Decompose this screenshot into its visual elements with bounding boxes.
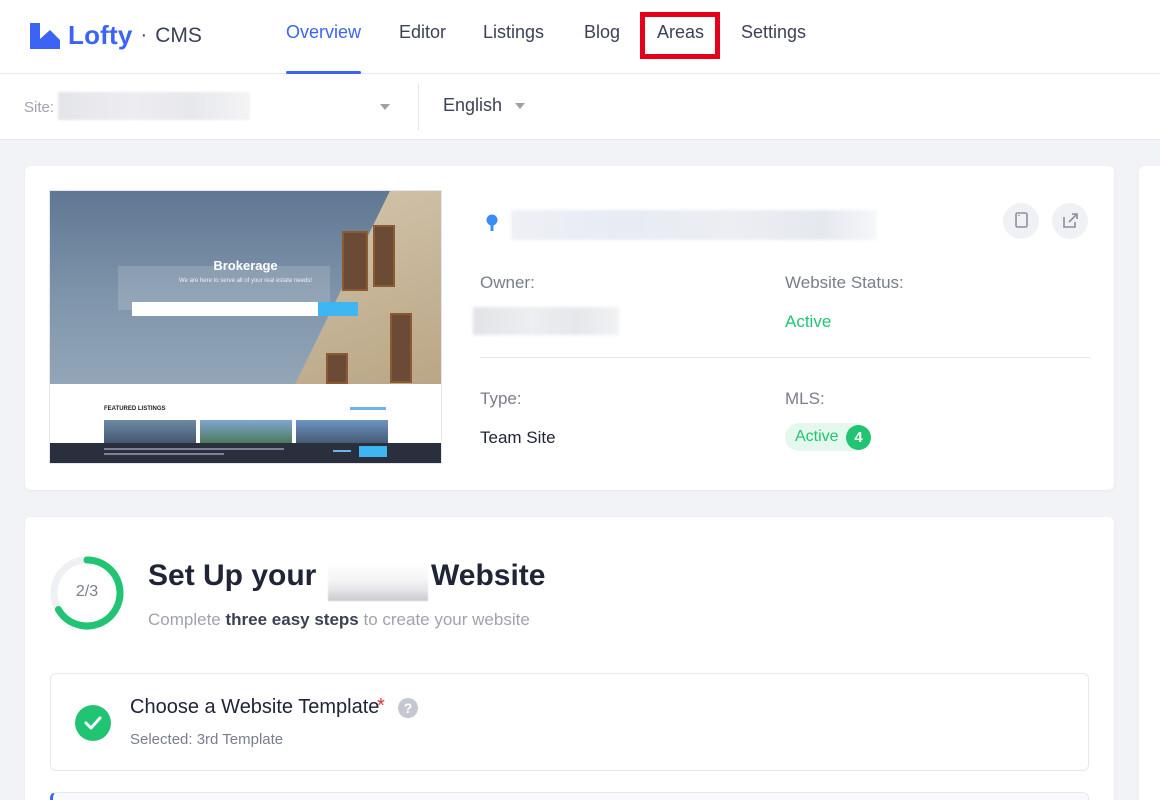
step-complete-check-icon <box>75 705 111 741</box>
setup-subtitle-post: to create your website <box>363 610 530 629</box>
preview-window <box>390 313 412 383</box>
setup-subtitle: Complete three easy steps to create your… <box>148 610 530 630</box>
website-status-label: Website Status: <box>785 273 904 292</box>
step-title: Choose a Website Template <box>130 696 380 718</box>
tab-settings[interactable]: Settings <box>741 22 806 74</box>
brand-product: CMS <box>155 23 202 47</box>
preview-cookie-text <box>104 448 284 450</box>
next-step-box[interactable] <box>50 792 1089 800</box>
lofty-logo-icon <box>30 22 60 49</box>
check-icon <box>84 716 102 730</box>
language-select[interactable]: English <box>443 95 502 116</box>
preview-cookie-text <box>104 453 224 455</box>
site-dropdown-caret-icon[interactable] <box>380 104 390 110</box>
mls-label: MLS: <box>785 389 825 408</box>
preview-brand-text: Brokerage <box>213 258 278 273</box>
setup-title-prefix: Set Up your <box>148 559 317 592</box>
areas-highlight-box <box>640 12 720 59</box>
top-navbar: Lofty · CMS Overview Editor Listings Blo… <box>0 0 1160 74</box>
site-selector-bar: Site: English <box>0 74 1160 140</box>
website-status-value: Active <box>785 312 832 331</box>
setup-subtitle-pre: Complete <box>148 610 221 629</box>
copy-button[interactable] <box>1003 203 1039 239</box>
progress-text: 2/3 <box>75 583 99 600</box>
website-url-redacted[interactable] <box>511 210 877 240</box>
site-select-value-redacted[interactable] <box>58 92 250 120</box>
pin-icon <box>486 214 498 231</box>
site-label: Site: <box>24 99 55 116</box>
divider <box>418 84 419 130</box>
preview-cookie-link <box>333 450 351 452</box>
owner-value-redacted <box>473 307 619 335</box>
preview-search-bar <box>132 302 318 316</box>
step-choose-template[interactable] <box>50 673 1089 771</box>
setup-title-suffix: Website <box>431 559 546 592</box>
preview-search-button <box>318 302 358 316</box>
preview-window <box>326 353 348 384</box>
tab-listings[interactable]: Listings <box>483 22 544 74</box>
owner-label: Owner: <box>480 273 535 292</box>
help-icon[interactable]: ? <box>398 698 418 718</box>
required-asterisk: * <box>377 695 385 717</box>
type-value: Team Site <box>480 428 556 447</box>
divider <box>480 357 1090 358</box>
preview-cookie-button <box>359 446 387 457</box>
external-link-icon <box>1063 213 1078 228</box>
side-panel-card <box>1139 166 1160 800</box>
site-overview-card: Brokerage We are here to serve all of yo… <box>25 166 1114 490</box>
website-preview-thumbnail[interactable]: Brokerage We are here to serve all of yo… <box>50 191 441 463</box>
language-dropdown-caret-icon[interactable] <box>515 103 525 109</box>
website-name-redacted <box>328 563 428 601</box>
setup-website-card: 2/3 Set Up your Website Complete three e… <box>25 517 1114 800</box>
tab-blog[interactable]: Blog <box>584 22 620 74</box>
preview-view-all-link <box>350 407 386 410</box>
setup-subtitle-bold: three easy steps <box>225 610 359 629</box>
open-external-button[interactable] <box>1052 203 1088 239</box>
mls-count-badge: 4 <box>846 425 871 450</box>
preview-tagline: We are here to serve all of your real es… <box>179 278 312 284</box>
tab-editor[interactable]: Editor <box>399 22 446 74</box>
type-label: Type: <box>480 389 522 408</box>
brand-name: Lofty <box>68 20 133 50</box>
preview-featured-heading: FEATURED LISTINGS <box>104 406 166 412</box>
brand-separator: · <box>140 24 148 46</box>
tab-overview[interactable]: Overview <box>286 22 362 74</box>
step-selected-text: Selected: 3rd Template <box>130 731 284 748</box>
logo[interactable]: Lofty · CMS <box>28 20 202 51</box>
copy-icon <box>1015 212 1028 228</box>
